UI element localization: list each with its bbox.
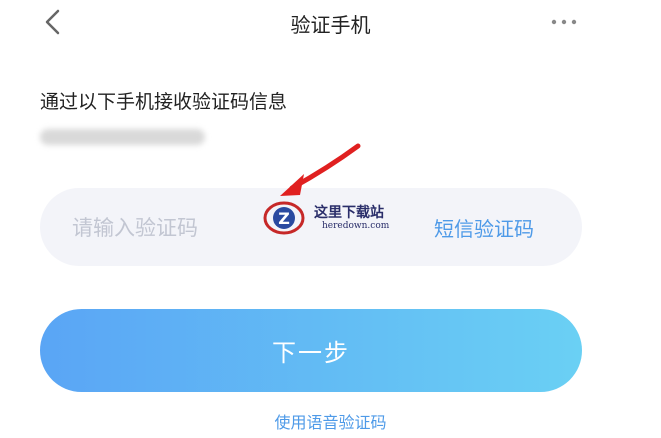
svg-text:Z: Z — [278, 209, 290, 228]
next-step-button[interactable]: 下一步 — [40, 309, 582, 392]
top-nav-bar: 验证手机 — [0, 0, 661, 48]
more-dots-icon — [551, 19, 577, 25]
verification-code-input[interactable] — [70, 210, 274, 246]
red-arrow-icon — [280, 143, 361, 196]
verification-hint: 通过以下手机接收验证码信息 — [40, 91, 288, 113]
masked-phone-number — [40, 129, 205, 145]
more-button[interactable] — [548, 8, 580, 36]
watermark-url: heredown.com — [322, 221, 390, 231]
sms-code-button[interactable]: 短信验证码 — [434, 213, 534, 242]
voice-code-link[interactable]: 使用语音验证码 — [0, 409, 661, 433]
